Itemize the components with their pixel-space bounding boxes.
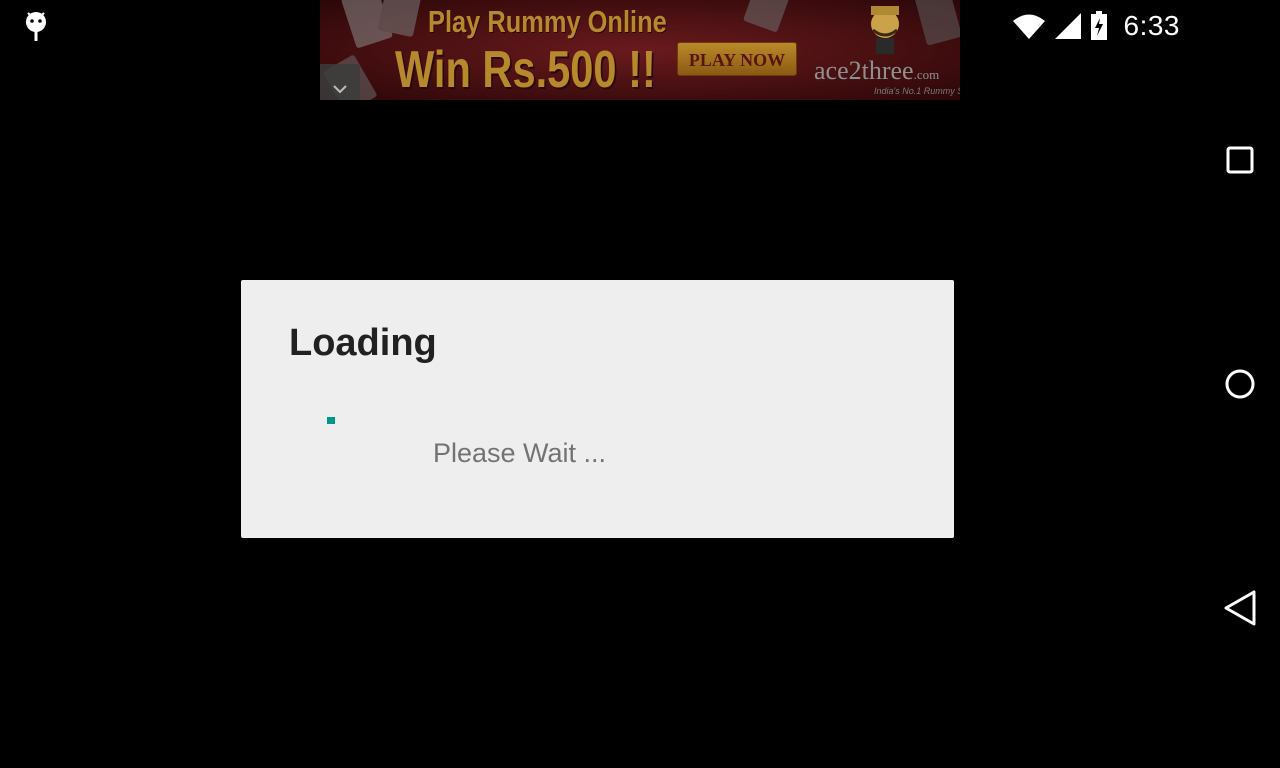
- recents-button[interactable]: [1222, 140, 1258, 180]
- chevron-down-icon: [333, 85, 347, 94]
- ad-brand: ace2three.com: [814, 56, 939, 86]
- dialog-title: Loading: [289, 322, 437, 364]
- android-debug-icon: [22, 10, 50, 42]
- battery-charging-icon: [1090, 11, 1107, 40]
- home-button[interactable]: [1222, 364, 1258, 404]
- dialog-message: Please Wait ...: [433, 438, 607, 468]
- recents-icon: [1226, 146, 1254, 174]
- ad-prize: Win Rs.500 !!: [395, 41, 656, 99]
- status-clock: 6:33: [1123, 10, 1180, 41]
- back-button[interactable]: [1222, 588, 1258, 628]
- play-now-button[interactable]: PLAY NOW: [677, 42, 797, 76]
- ad-banner[interactable]: Play Rummy Online Win Rs.500 !! PLAY NOW…: [320, 0, 960, 100]
- home-icon: [1225, 369, 1255, 399]
- back-icon: [1224, 590, 1256, 626]
- status-bar-right: 6:33: [1012, 8, 1181, 44]
- navigation-bar: [1200, 0, 1280, 768]
- wifi-icon: [1012, 14, 1045, 39]
- ad-brand-suffix: .com: [913, 67, 940, 82]
- ad-tagline: India's No.1 Rummy Site: [874, 86, 960, 96]
- ad-brand-name: ace2three: [814, 56, 914, 85]
- ad-collapse-button[interactable]: [320, 64, 360, 100]
- ad-headline: Play Rummy Online: [428, 4, 667, 39]
- cell-signal-icon: [1054, 13, 1081, 39]
- screen: Play Rummy Online Win Rs.500 !! PLAY NOW…: [0, 0, 1280, 768]
- loading-dialog: Loading Please Wait ...: [241, 280, 954, 538]
- progress-spinner-icon: [327, 412, 335, 424]
